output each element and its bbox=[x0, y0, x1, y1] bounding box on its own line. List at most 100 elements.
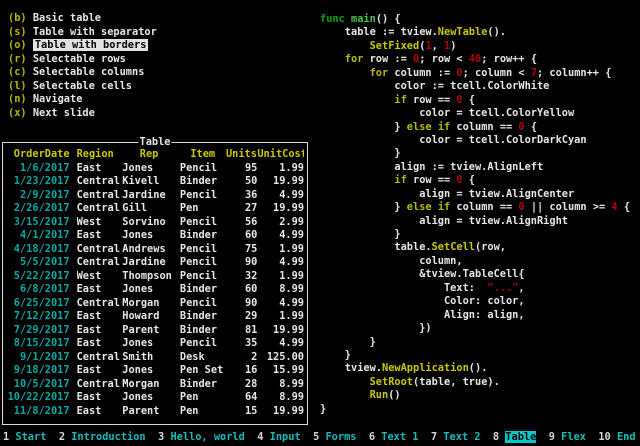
table-row[interactable]: 7/12/2017EastHowardBinder291.99 bbox=[6, 310, 304, 324]
orders-table: OrderDateRegionRepItemUnitsUnitCost1/6/2… bbox=[6, 148, 304, 418]
menu-item-selectable-cells[interactable]: (l) Selectable cells bbox=[8, 80, 157, 94]
table-cell: Binder bbox=[180, 378, 226, 392]
code-line: for column := 0; column < 7; column++ { bbox=[320, 67, 630, 80]
table-cell: 90 bbox=[226, 297, 258, 311]
table-row[interactable]: 10/22/2017EastJonesPen648.99 bbox=[6, 391, 304, 405]
table-cell: Pencil bbox=[180, 297, 226, 311]
table-row[interactable]: 11/8/2017EastParentPen1519.99 bbox=[6, 405, 304, 419]
table-cell: Pen bbox=[180, 405, 226, 419]
table-row[interactable]: 7/29/2017EastParentBinder8119.99 bbox=[6, 324, 304, 338]
table-cell: 6/25/2017 bbox=[6, 297, 70, 311]
table-cell: East bbox=[77, 324, 123, 338]
table-row[interactable]: 8/15/2017EastJonesPencil354.99 bbox=[6, 337, 304, 351]
slide-tab-hello-world[interactable]: 3 Hello, world bbox=[158, 431, 245, 443]
slide-tab-flex[interactable]: 9 Flex bbox=[549, 431, 586, 443]
table-cell: Jones bbox=[122, 283, 176, 297]
table-cell: Central bbox=[77, 202, 123, 216]
table-cell: Jones bbox=[122, 337, 176, 351]
code-line: Align: align, bbox=[320, 309, 630, 322]
slide-tab-text-1[interactable]: 6 Text 1 bbox=[369, 431, 419, 443]
menu-item-table-with-separator[interactable]: (s) Table with separator bbox=[8, 26, 157, 40]
table-row[interactable]: 1/23/2017CentralKivellBinder5019.99 bbox=[6, 175, 304, 189]
table-cell: 60 bbox=[226, 283, 258, 297]
table-cell: 50 bbox=[226, 175, 258, 189]
slide-number: 10 bbox=[598, 431, 610, 443]
table-cell: West bbox=[77, 270, 123, 284]
slide-tab-text-2[interactable]: 7 Text 2 bbox=[431, 431, 481, 443]
slide-number: 8 bbox=[493, 431, 499, 443]
slide-number: 7 bbox=[431, 431, 437, 443]
slide-tab-introduction[interactable]: 2 Introduction bbox=[59, 431, 146, 443]
table-cell: 19.99 bbox=[257, 175, 304, 189]
slide-tab-forms[interactable]: 5 Forms bbox=[313, 431, 356, 443]
terminal-screen: (b) Basic table(s) Table with separator(… bbox=[0, 0, 640, 446]
menu-item-navigate[interactable]: (n) Navigate bbox=[8, 93, 157, 107]
table-cell: Binder bbox=[180, 175, 226, 189]
table-row[interactable]: 9/18/2017EastJonesPen Set1615.99 bbox=[6, 364, 304, 378]
table-cell: Pencil bbox=[180, 337, 226, 351]
slide-tab-start[interactable]: 1 Start bbox=[3, 431, 46, 443]
table-row[interactable]: 10/5/2017CentralMorganBinder288.99 bbox=[6, 378, 304, 392]
table-cell: 10/5/2017 bbox=[6, 378, 70, 392]
code-line: } bbox=[320, 349, 630, 362]
slide-label: Input bbox=[270, 431, 301, 443]
column-header: OrderDate bbox=[6, 148, 70, 162]
code-line: align = tview.AlignCenter bbox=[320, 188, 630, 201]
table-row[interactable]: 6/8/2017EastJonesBinder608.99 bbox=[6, 283, 304, 297]
table-cell: 2 bbox=[226, 351, 258, 365]
table-cell: 5/5/2017 bbox=[6, 256, 70, 270]
table-row[interactable]: 4/18/2017CentralAndrewsPencil751.99 bbox=[6, 243, 304, 257]
table-row[interactable]: 6/25/2017CentralMorganPencil904.99 bbox=[6, 297, 304, 311]
menu-shortcut-key: (s) bbox=[8, 26, 27, 38]
menu-shortcut-key: (n) bbox=[8, 93, 27, 105]
menu-item-basic-table[interactable]: (b) Basic table bbox=[8, 12, 157, 26]
table-cell: 1.99 bbox=[257, 162, 304, 176]
slide-menu: (b) Basic table(s) Table with separator(… bbox=[8, 12, 157, 120]
slide-tab-input[interactable]: 4 Input bbox=[257, 431, 300, 443]
code-line: column, bbox=[320, 255, 630, 268]
table-panel: Table OrderDateRegionRepItemUnitsUnitCos… bbox=[2, 142, 308, 425]
table-cell: 29 bbox=[226, 310, 258, 324]
column-header: UnitCost bbox=[257, 148, 304, 162]
code-line: color = tcell.ColorYellow bbox=[320, 107, 630, 120]
table-cell: Pen Set bbox=[180, 364, 226, 378]
menu-item-selectable-columns[interactable]: (c) Selectable columns bbox=[8, 66, 157, 80]
table-cell: 19.99 bbox=[257, 202, 304, 216]
menu-item-selectable-rows[interactable]: (r) Selectable rows bbox=[8, 53, 157, 67]
table-cell: Binder bbox=[180, 310, 226, 324]
slide-number: 2 bbox=[59, 431, 65, 443]
table-cell: Central bbox=[77, 256, 123, 270]
menu-item-label: Table with separator bbox=[33, 26, 157, 38]
table-cell: Pencil bbox=[180, 189, 226, 203]
code-line: func main() { bbox=[320, 13, 630, 26]
slide-label: Text 2 bbox=[443, 431, 480, 443]
menu-item-next-slide[interactable]: (x) Next slide bbox=[8, 107, 157, 121]
table-cell: East bbox=[77, 229, 123, 243]
table-cell: 9/1/2017 bbox=[6, 351, 70, 365]
table-cell: East bbox=[77, 337, 123, 351]
table-row[interactable]: 2/26/2017CentralGillPen2719.99 bbox=[6, 202, 304, 216]
table-row[interactable]: 9/1/2017CentralSmithDesk2125.00 bbox=[6, 351, 304, 365]
code-line: } bbox=[320, 228, 630, 241]
slide-tab-end[interactable]: 10 End bbox=[598, 431, 635, 443]
code-line: color = tcell.ColorDarkCyan bbox=[320, 134, 630, 147]
slide-label: End bbox=[617, 431, 636, 443]
table-cell: 1/6/2017 bbox=[6, 162, 70, 176]
table-cell: 35 bbox=[226, 337, 258, 351]
table-row[interactable]: 5/5/2017CentralJardinePencil904.99 bbox=[6, 256, 304, 270]
table-row[interactable]: 1/6/2017EastJonesPencil951.99 bbox=[6, 162, 304, 176]
code-line: } bbox=[320, 336, 630, 349]
table-row[interactable]: 2/9/2017CentralJardinePencil364.99 bbox=[6, 189, 304, 203]
table-cell: 8.99 bbox=[257, 378, 304, 392]
table-cell: Central bbox=[77, 378, 123, 392]
slide-tab-table[interactable]: 8 Table bbox=[493, 431, 536, 443]
table-row[interactable]: 3/15/2017WestSorvinoPencil562.99 bbox=[6, 216, 304, 230]
table-row[interactable]: 4/1/2017EastJonesBinder604.99 bbox=[6, 229, 304, 243]
table-cell: Jones bbox=[122, 229, 176, 243]
table-cell: 19.99 bbox=[257, 324, 304, 338]
table-row[interactable]: 5/22/2017WestThompsonPencil321.99 bbox=[6, 270, 304, 284]
table-cell: Jardine bbox=[122, 256, 176, 270]
slide-label: Introduction bbox=[71, 431, 145, 443]
menu-item-table-with-borders[interactable]: (o) Table with borders bbox=[8, 39, 157, 53]
table-cell: East bbox=[77, 310, 123, 324]
